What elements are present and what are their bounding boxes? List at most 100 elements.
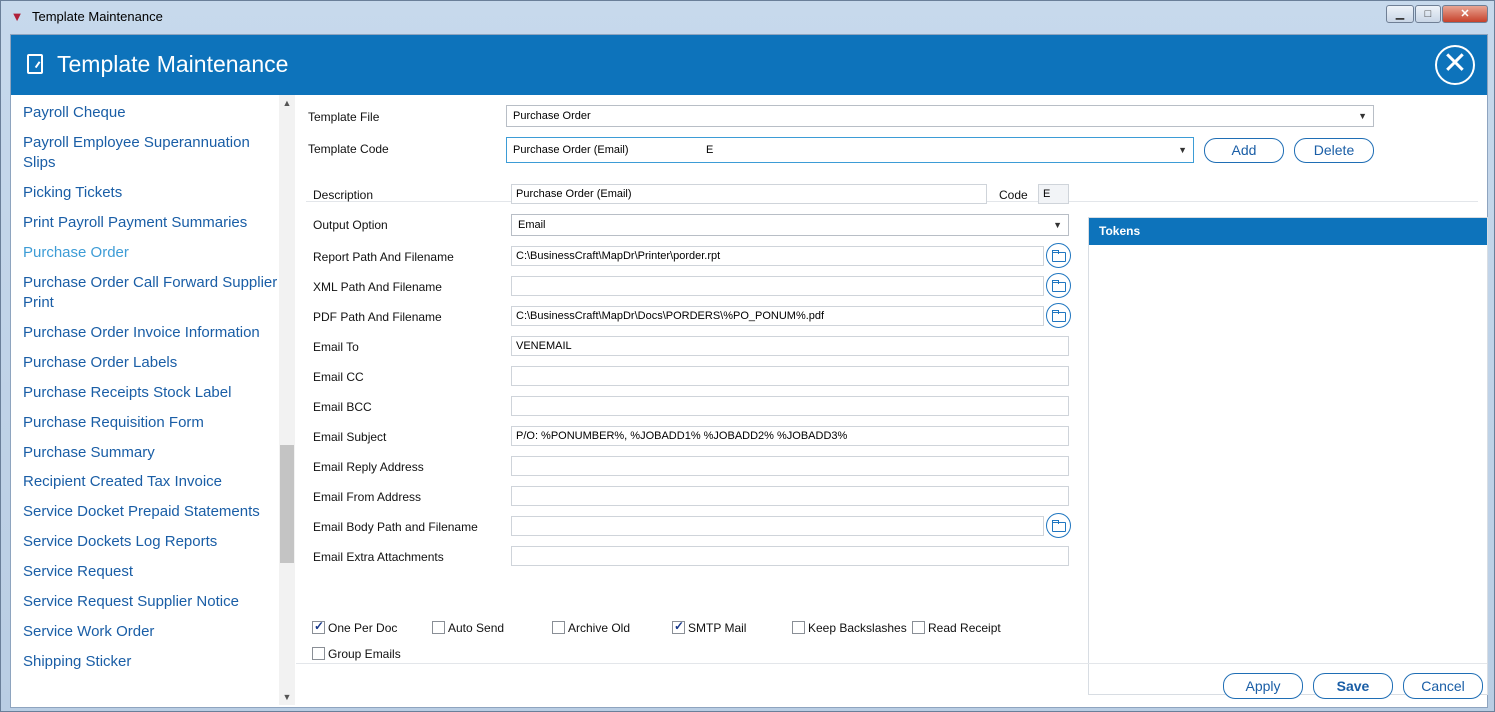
email-cc-field[interactable] xyxy=(511,366,1069,386)
xml-path-field[interactable] xyxy=(511,276,1044,296)
sidebar-item-purchase-order[interactable]: Purchase Order xyxy=(23,243,278,263)
sidebar-item-purchase-summary[interactable]: Purchase Summary xyxy=(23,443,278,463)
scroll-down-icon[interactable]: ▼ xyxy=(279,689,295,705)
delete-button[interactable]: Delete xyxy=(1294,138,1374,163)
save-button[interactable]: Save xyxy=(1313,673,1393,699)
sidebar-item-purchase-order-invoice-information[interactable]: Purchase Order Invoice Information xyxy=(23,323,278,343)
output-option-value: Email xyxy=(518,219,546,231)
email-from-label: Email From Address xyxy=(313,490,422,504)
template-code-short: E xyxy=(706,144,714,156)
keep-backslashes-checkbox[interactable]: Keep Backslashes xyxy=(792,621,907,635)
add-button[interactable]: Add xyxy=(1204,138,1284,163)
checkbox-icon xyxy=(432,621,445,634)
folder-open-icon[interactable] xyxy=(1046,273,1071,298)
app-header: Template Maintenance ✕ xyxy=(11,35,1487,95)
archive-old-checkbox[interactable]: Archive Old xyxy=(552,621,630,635)
xml-path-label: XML Path And Filename xyxy=(313,280,442,294)
checkbox-icon xyxy=(552,621,565,634)
document-edit-icon xyxy=(27,54,43,74)
folder-open-icon[interactable] xyxy=(1046,513,1071,538)
scrollbar-thumb[interactable] xyxy=(280,445,294,563)
window-frame: ▼ Template Maintenance ▁ □ ✕ Template Ma… xyxy=(0,0,1495,712)
sidebar-item-purchase-order-call-forward[interactable]: Purchase Order Call Forward Supplier Pri… xyxy=(23,273,278,313)
scroll-up-icon[interactable]: ▲ xyxy=(279,95,295,111)
group-emails-checkbox[interactable]: Group Emails xyxy=(312,647,401,661)
tokens-header: Tokens xyxy=(1089,218,1487,245)
email-subject-label: Email Subject xyxy=(313,430,387,444)
pdf-path-label: PDF Path And Filename xyxy=(313,310,442,324)
email-body-path-field[interactable] xyxy=(511,516,1044,536)
apply-button[interactable]: Apply xyxy=(1223,673,1303,699)
sidebar-item-shipping-sticker[interactable]: Shipping Sticker xyxy=(23,652,278,672)
email-reply-label: Email Reply Address xyxy=(313,460,424,474)
email-attachments-field[interactable] xyxy=(511,546,1069,566)
email-bcc-field[interactable] xyxy=(511,396,1069,416)
email-reply-field[interactable] xyxy=(511,456,1069,476)
sidebar-item-service-request[interactable]: Service Request xyxy=(23,562,278,582)
cancel-button[interactable]: Cancel xyxy=(1403,673,1483,699)
sidebar-item-service-dockets-log-reports[interactable]: Service Dockets Log Reports xyxy=(23,532,278,552)
sidebar-item-recipient-created-tax-invoice[interactable]: Recipient Created Tax Invoice xyxy=(23,472,278,492)
chevron-down-icon: ▼ xyxy=(1053,220,1062,230)
maximize-button[interactable]: □ xyxy=(1415,5,1441,23)
report-path-field[interactable]: C:\BusinessCraft\MapDr\Printer\porder.rp… xyxy=(511,246,1044,266)
sidebar-item-service-request-supplier-notice[interactable]: Service Request Supplier Notice xyxy=(23,592,278,612)
description-label: Description xyxy=(313,188,374,202)
sidebar-scrollbar[interactable] xyxy=(279,95,295,705)
sidebar-item-purchase-requisition-form[interactable]: Purchase Requisition Form xyxy=(23,413,278,433)
checkbox-checked-icon xyxy=(672,619,685,634)
footer-divider xyxy=(296,663,1487,664)
email-attachments-label: Email Extra Attachments xyxy=(313,550,444,564)
email-subject-field[interactable]: P/O: %PONUMBER%, %JOBADD1% %JOBADD2% %JO… xyxy=(511,426,1069,446)
sidebar-item-payroll-cheque[interactable]: Payroll Cheque xyxy=(23,103,278,123)
output-option-label: Output Option xyxy=(313,218,388,232)
output-option-select[interactable]: Email ▼ xyxy=(511,214,1069,236)
template-code-select[interactable]: Purchase Order (Email) E ▼ xyxy=(506,137,1194,163)
template-form: Template File Purchase Order ▼ Template … xyxy=(296,95,1488,705)
template-code-value: Purchase Order (Email) xyxy=(513,144,629,156)
window-title: Template Maintenance xyxy=(32,9,163,24)
read-receipt-checkbox[interactable]: Read Receipt xyxy=(912,621,1001,635)
sidebar-item-print-payroll-payment-summaries[interactable]: Print Payroll Payment Summaries xyxy=(23,213,278,233)
email-body-path-label: Email Body Path and Filename xyxy=(313,520,478,534)
folder-open-icon[interactable] xyxy=(1046,303,1071,328)
email-to-field[interactable]: VENEMAIL xyxy=(511,336,1069,356)
app-logo-icon: ▼ xyxy=(10,9,24,24)
checkbox-icon xyxy=(912,621,925,634)
template-file-label: Template File xyxy=(308,110,380,124)
description-field[interactable]: Purchase Order (Email) xyxy=(511,184,987,204)
sidebar-item-payroll-employee-superannuation-slips[interactable]: Payroll Employee Superannuation Slips xyxy=(23,133,278,173)
template-list: Payroll Cheque Payroll Employee Superann… xyxy=(11,95,296,705)
checkbox-checked-icon xyxy=(312,619,325,634)
one-per-doc-checkbox[interactable]: One Per Doc xyxy=(312,619,397,635)
template-code-label: Template Code xyxy=(308,142,389,156)
window-titlebar[interactable]: ▼ Template Maintenance ▁ □ ✕ xyxy=(1,1,1495,34)
email-bcc-label: Email BCC xyxy=(313,400,372,414)
report-path-label: Report Path And Filename xyxy=(313,250,454,264)
sidebar-item-picking-tickets[interactable]: Picking Tickets xyxy=(23,183,278,203)
client-area: Template Maintenance ✕ Payroll Cheque Pa… xyxy=(10,34,1488,708)
sidebar-item-purchase-order-labels[interactable]: Purchase Order Labels xyxy=(23,353,278,373)
sidebar-item-purchase-receipts-stock-label[interactable]: Purchase Receipts Stock Label xyxy=(23,383,278,403)
window-close-button[interactable]: ✕ xyxy=(1442,5,1488,23)
sidebar-item-service-work-order[interactable]: Service Work Order xyxy=(23,622,278,642)
folder-open-icon[interactable] xyxy=(1046,243,1071,268)
template-file-value: Purchase Order xyxy=(513,110,591,122)
email-from-field[interactable] xyxy=(511,486,1069,506)
tokens-panel: Tokens xyxy=(1088,217,1488,695)
chevron-down-icon: ▼ xyxy=(1178,145,1187,155)
code-label: Code xyxy=(999,188,1028,202)
checkbox-icon xyxy=(312,647,325,660)
pdf-path-field[interactable]: C:\BusinessCraft\MapDr\Docs\PORDERS\%PO_… xyxy=(511,306,1044,326)
minimize-button[interactable]: ▁ xyxy=(1386,5,1414,23)
email-cc-label: Email CC xyxy=(313,370,364,384)
checkbox-icon xyxy=(792,621,805,634)
email-to-label: Email To xyxy=(313,340,359,354)
chevron-down-icon: ▼ xyxy=(1358,111,1367,121)
sidebar-item-service-docket-prepaid-statements[interactable]: Service Docket Prepaid Statements xyxy=(23,502,278,522)
smtp-mail-checkbox[interactable]: SMTP Mail xyxy=(672,619,746,635)
close-icon[interactable]: ✕ xyxy=(1435,45,1475,85)
template-file-select[interactable]: Purchase Order ▼ xyxy=(506,105,1374,127)
auto-send-checkbox[interactable]: Auto Send xyxy=(432,621,504,635)
code-field[interactable]: E xyxy=(1038,184,1069,204)
